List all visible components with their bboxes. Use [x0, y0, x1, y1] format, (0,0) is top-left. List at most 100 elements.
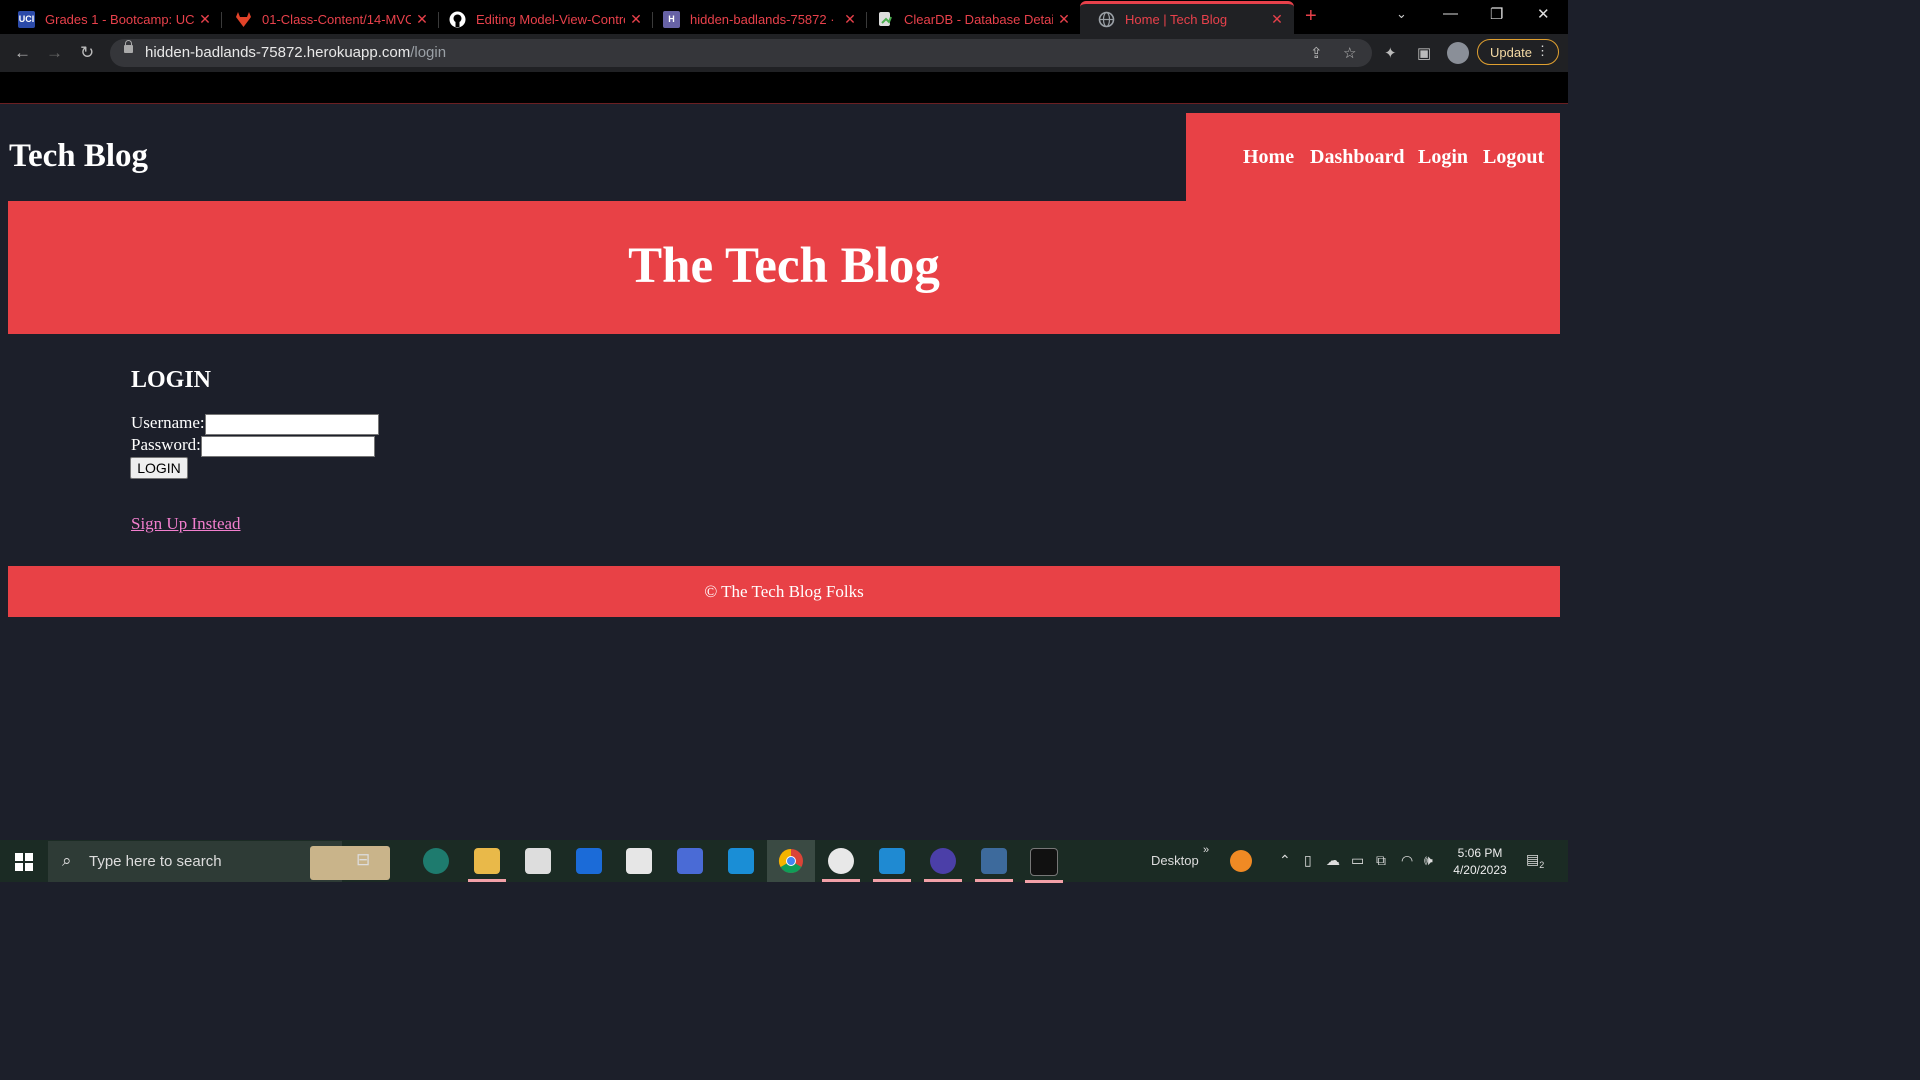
- volume-icon[interactable]: 🕪: [1424, 852, 1433, 869]
- search-icon: ⌕: [62, 851, 72, 870]
- username-input[interactable]: [205, 414, 379, 435]
- close-tab-icon[interactable]: ✕: [839, 11, 861, 28]
- more-menu-icon[interactable]: ⋮: [1536, 43, 1549, 59]
- nav-login-link[interactable]: Login: [1418, 146, 1468, 169]
- vscode-icon[interactable]: [873, 848, 911, 882]
- password-input[interactable]: [201, 436, 375, 457]
- firefox-icon[interactable]: [1230, 850, 1252, 872]
- windows-start-icon[interactable]: [15, 853, 33, 871]
- minimize-icon[interactable]: —: [1443, 5, 1458, 22]
- footer-text: © The Tech Blog Folks: [704, 582, 864, 601]
- close-tab-icon[interactable]: ✕: [194, 11, 216, 28]
- site-title: Tech Blog: [9, 138, 149, 174]
- url-text[interactable]: hidden-badlands-75872.herokuapp.com/logi…: [145, 44, 446, 61]
- taskbar-search-box[interactable]: ⌕ Type here to search: [48, 841, 390, 882]
- address-bar[interactable]: hidden-badlands-75872.herokuapp.com/logi…: [110, 39, 1372, 67]
- back-arrow-icon[interactable]: ←: [14, 43, 31, 63]
- slack-icon[interactable]: [822, 848, 860, 882]
- mysql-workbench-icon[interactable]: [975, 848, 1013, 882]
- copilot-icon[interactable]: [677, 848, 703, 874]
- notification-count: 2: [1539, 859, 1545, 870]
- wifi-icon[interactable]: ◠: [1401, 852, 1413, 869]
- command-prompt-icon[interactable]: [1025, 848, 1063, 883]
- onedrive-cloud-icon[interactable]: ☁: [1326, 852, 1340, 869]
- tab-search-chevron-icon[interactable]: ⌄: [1396, 6, 1407, 22]
- close-tab-icon[interactable]: ✕: [1266, 11, 1288, 28]
- browser-tab[interactable]: 01-Class-Content/14-MVC/ ✕: [217, 4, 439, 34]
- overflow-chevron-icon[interactable]: »: [1203, 844, 1209, 856]
- update-button[interactable]: Update ⋮: [1477, 39, 1559, 65]
- browser-tab[interactable]: H hidden-badlands-75872 · F ✕: [645, 4, 867, 34]
- browser-tab[interactable]: ClearDB - Database Details ✕: [859, 4, 1081, 34]
- globe-icon: [1098, 11, 1115, 28]
- desktop-toolbar-label[interactable]: Desktop: [1151, 853, 1199, 868]
- profile-avatar[interactable]: [1447, 42, 1469, 64]
- bookmark-star-icon[interactable]: ☆: [1343, 44, 1356, 62]
- chrome-taskbar-button[interactable]: [767, 840, 815, 882]
- nav-home-link[interactable]: Home: [1243, 146, 1294, 169]
- tab-title: Home | Tech Blog: [1125, 11, 1228, 27]
- share-icon[interactable]: ⇪: [1310, 44, 1323, 62]
- url-host: hidden-badlands-75872.herokuapp.com: [145, 44, 411, 61]
- github-icon: [449, 11, 466, 28]
- new-tab-plus-icon[interactable]: +: [1305, 5, 1317, 28]
- close-tab-icon[interactable]: ✕: [411, 11, 433, 28]
- main-nav: Home Dashboard Login Logout: [1186, 113, 1560, 201]
- browser-tab-bar: UCI Grades 1 - Bootcamp: UCI - ✕ 01-Clas…: [0, 0, 1568, 34]
- microsoft-store-icon[interactable]: [525, 848, 551, 874]
- browser-tab[interactable]: UCI Grades 1 - Bootcamp: UCI - ✕: [0, 4, 222, 34]
- file-explorer-icon[interactable]: [468, 848, 506, 882]
- tab-title: Grades 1 - Bootcamp: UCI -: [45, 11, 194, 27]
- bookmarks-strip: [0, 72, 1568, 104]
- outlook-icon[interactable]: [728, 848, 754, 874]
- username-label: Username:: [131, 413, 205, 432]
- tab-title: Editing Model-View-Contro: [476, 11, 625, 27]
- password-label: Password:: [131, 435, 201, 454]
- forward-arrow-icon[interactable]: →: [46, 43, 63, 63]
- nav-logout-link[interactable]: Logout: [1483, 146, 1544, 169]
- network-share-icon[interactable]: ⧉: [1376, 852, 1386, 869]
- search-placeholder: Type here to search: [89, 853, 222, 870]
- taskbar: ⌕ Type here to search ⊟ Desktop » ⌃ ▯ ☁ …: [0, 840, 1568, 883]
- heroku-icon: H: [663, 10, 680, 28]
- footer: © The Tech Blog Folks: [8, 566, 1560, 617]
- hero-banner: The Tech Blog: [8, 201, 1560, 334]
- update-label: Update: [1490, 44, 1532, 60]
- edge-browser-icon[interactable]: [423, 848, 449, 874]
- close-tab-icon[interactable]: ✕: [1053, 11, 1075, 28]
- uci-favicon-icon: UCI: [18, 10, 35, 28]
- url-path: /login: [410, 44, 447, 61]
- clock-date: 4/20/2023: [1453, 863, 1507, 877]
- browser-tab-active[interactable]: Home | Tech Blog ✕: [1080, 1, 1294, 34]
- close-tab-icon[interactable]: ✕: [625, 11, 647, 28]
- task-view-icon[interactable]: ⊟: [356, 850, 382, 876]
- tab-title: hidden-badlands-75872 · F: [690, 11, 839, 27]
- restore-icon[interactable]: ❐: [1490, 5, 1503, 23]
- clock-time: 5:06 PM: [1457, 846, 1503, 860]
- close-window-icon[interactable]: ✕: [1537, 5, 1550, 23]
- amazon-icon[interactable]: [626, 848, 652, 874]
- browser-tab[interactable]: Editing Model-View-Contro ✕: [431, 4, 653, 34]
- side-panel-icon[interactable]: ▣: [1417, 44, 1431, 62]
- reload-icon[interactable]: ↻: [80, 43, 94, 63]
- system-clock[interactable]: 5:06 PM 4/20/2023: [1452, 845, 1508, 879]
- gitlab-icon: [235, 11, 252, 28]
- page-content: Tech Blog Home Dashboard Login Logout Th…: [0, 104, 1568, 840]
- cleardb-icon: [877, 11, 894, 28]
- extensions-puzzle-icon[interactable]: ✦: [1384, 44, 1397, 62]
- login-button[interactable]: LOGIN: [130, 457, 188, 479]
- login-heading: LOGIN: [131, 367, 212, 393]
- nav-dashboard-link[interactable]: Dashboard: [1310, 146, 1404, 169]
- notification-center-icon[interactable]: ▤2: [1526, 851, 1544, 870]
- show-hidden-icons-icon[interactable]: ⌃: [1279, 852, 1291, 869]
- dropbox-icon[interactable]: [576, 848, 602, 874]
- tab-title: ClearDB - Database Details: [904, 11, 1053, 27]
- hero-title: The Tech Blog: [628, 238, 940, 294]
- sign-up-link[interactable]: Sign Up Instead: [131, 514, 241, 534]
- meet-now-icon[interactable]: ▯: [1304, 852, 1312, 869]
- tab-title: 01-Class-Content/14-MVC/: [262, 11, 411, 27]
- battery-icon[interactable]: ▭: [1351, 852, 1364, 869]
- lock-icon: [124, 40, 133, 53]
- chrome-icon: [778, 849, 803, 874]
- terminal-app-icon[interactable]: [924, 848, 962, 882]
